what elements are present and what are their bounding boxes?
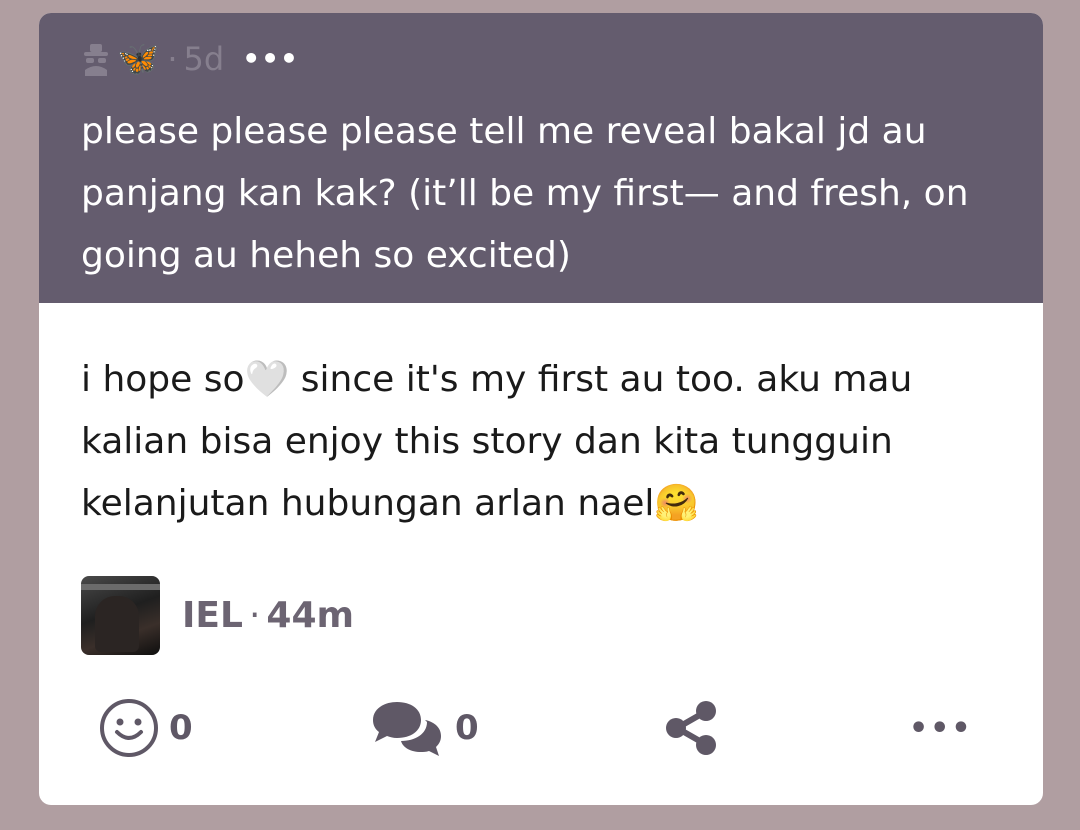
reply-author[interactable]: IEL · 44m xyxy=(81,576,354,655)
quoted-comment-text: please please please tell me reveal baka… xyxy=(81,111,969,276)
reply-button[interactable]: 0 xyxy=(369,693,479,763)
react-button[interactable]: 0 xyxy=(99,693,193,763)
quoted-comment-meta: 🦋 · 5d ••• xyxy=(81,39,299,79)
share-icon xyxy=(663,700,719,756)
more-button[interactable]: ••• xyxy=(909,693,973,763)
comment-card: 🦋 · 5d ••• please please please tell me … xyxy=(39,13,1043,805)
author-meta: IEL · 44m xyxy=(182,595,354,636)
avatar[interactable] xyxy=(81,576,160,655)
share-button[interactable] xyxy=(663,693,719,763)
action-bar: 0 0 ••• xyxy=(39,693,1043,763)
author-name[interactable]: IEL xyxy=(182,595,243,636)
anonymous-user-icon xyxy=(81,42,111,76)
author-separator: · xyxy=(248,595,261,636)
replies-count: 0 xyxy=(455,708,479,748)
reply-text: i hope so🤍 since it's my first au too. a… xyxy=(81,359,913,524)
smiley-icon xyxy=(99,698,159,758)
quoted-comment[interactable]: 🦋 · 5d ••• please please please tell me … xyxy=(39,13,1043,303)
butterfly-emoji: 🦋 xyxy=(117,39,160,79)
meta-separator: · xyxy=(167,40,178,78)
quoted-comment-time: 5d xyxy=(183,40,225,78)
reply-time: 44m xyxy=(266,595,354,636)
more-icon: ••• xyxy=(909,710,973,746)
chat-bubbles-icon xyxy=(369,698,445,758)
reactions-count: 0 xyxy=(169,708,193,748)
quoted-more-button[interactable]: ••• xyxy=(242,39,299,79)
